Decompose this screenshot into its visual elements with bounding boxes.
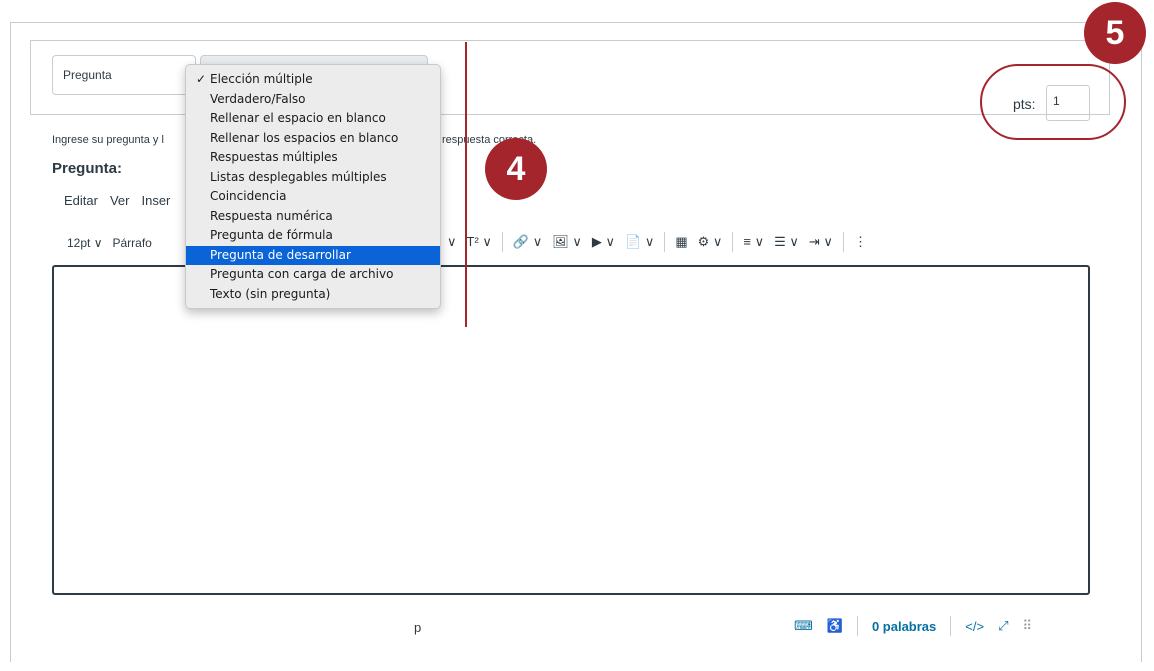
font-size-select[interactable]: 12pt ∨ <box>67 236 102 250</box>
callout-line <box>465 42 467 327</box>
document-icon[interactable]: 📄 ∨ <box>625 234 654 250</box>
paragraph-select[interactable]: Párrafo <box>112 236 151 250</box>
toolbar-divider <box>732 232 734 252</box>
media-icon[interactable]: ▶ ∨ <box>592 234 615 250</box>
step-4-badge: 4 <box>485 138 547 200</box>
menu-ver[interactable]: Ver <box>110 193 130 208</box>
instructions-text-left: Ingrese su pregunta y l <box>52 134 164 146</box>
word-count: 0 palabras <box>871 618 937 634</box>
statusbar-divider <box>856 616 858 636</box>
toolbar-divider <box>842 232 844 252</box>
superscript-icon[interactable]: T² ∨ <box>467 234 492 250</box>
editor-menubar: Editar Ver Inser <box>64 193 170 208</box>
accessibility-icon[interactable]: ♿ <box>827 618 843 634</box>
question-type-dropdown: Elección múltiple Verdadero/Falso Rellen… <box>185 64 441 309</box>
indent-icon[interactable]: ⇥ ∨ <box>809 234 833 250</box>
toolbar-divider <box>664 232 666 252</box>
question-label: Pregunta: <box>52 160 123 177</box>
resize-handle-icon[interactable]: ⠿ <box>1022 618 1032 634</box>
option-rellenar-espacios[interactable]: Rellenar los espacios en blanco <box>186 129 440 149</box>
editor-toolbar-left: 12pt ∨ Párrafo <box>67 236 152 250</box>
option-listas-desplegables[interactable]: Listas desplegables múltiples <box>186 168 440 188</box>
fullscreen-icon[interactable]: ⤢ <box>998 618 1008 634</box>
menu-editar[interactable]: Editar <box>64 193 98 208</box>
text-color-chevron-icon[interactable]: ∨ <box>447 234 457 250</box>
option-eleccion-multiple[interactable]: Elección múltiple <box>186 70 440 90</box>
option-coincidencia[interactable]: Coincidencia <box>186 187 440 207</box>
list-icon[interactable]: ☰ ∨ <box>774 234 799 250</box>
option-respuestas-multiples[interactable]: Respuestas múltiples <box>186 148 440 168</box>
editor-toolbar-right: ∨ T² ∨ 🔗 ∨ 🖼 ∨ ▶ ∨ 📄 ∨ ▦ ⚙ ∨ ≡ ∨ ☰ ∨ ⇥ ∨… <box>447 232 867 252</box>
step-5-badge: 5 <box>1084 2 1146 64</box>
option-pregunta-formula[interactable]: Pregunta de fórmula <box>186 226 440 246</box>
question-name-input[interactable]: Pregunta <box>52 55 196 95</box>
more-options-icon[interactable]: ⋮ <box>854 234 867 250</box>
link-icon[interactable]: 🔗 ∨ <box>513 234 542 250</box>
menu-insertar[interactable]: Inser <box>141 193 170 208</box>
option-verdadero-falso[interactable]: Verdadero/Falso <box>186 90 440 110</box>
html-editor-toggle[interactable]: </> <box>965 619 984 634</box>
option-carga-archivo[interactable]: Pregunta con carga de archivo <box>186 265 440 285</box>
option-texto-sin-pregunta[interactable]: Texto (sin pregunta) <box>186 285 440 305</box>
rich-text-editor[interactable] <box>52 265 1090 595</box>
option-pregunta-desarrollar[interactable]: Pregunta de desarrollar <box>186 245 440 265</box>
points-highlight-callout <box>980 64 1126 140</box>
element-path: p <box>414 620 422 635</box>
option-rellenar-espacio[interactable]: Rellenar el espacio en blanco <box>186 109 440 129</box>
option-respuesta-numerica[interactable]: Respuesta numérica <box>186 207 440 227</box>
teams-icon[interactable]: ▦ <box>675 234 687 250</box>
editor-statusbar: p ⌨ ♿ 0 palabras </> ⤢ ⠿ <box>52 610 1090 642</box>
toolbar-divider <box>501 232 503 252</box>
plugin-icon[interactable]: ⚙ ∨ <box>698 234 723 250</box>
statusbar-divider <box>950 616 952 636</box>
statusbar-tools: ⌨ ♿ 0 palabras </> ⤢ ⠿ <box>794 616 1032 636</box>
keyboard-icon[interactable]: ⌨ <box>794 618 813 634</box>
align-icon[interactable]: ≡ ∨ <box>743 234 764 250</box>
image-icon[interactable]: 🖼 ∨ <box>552 234 582 250</box>
